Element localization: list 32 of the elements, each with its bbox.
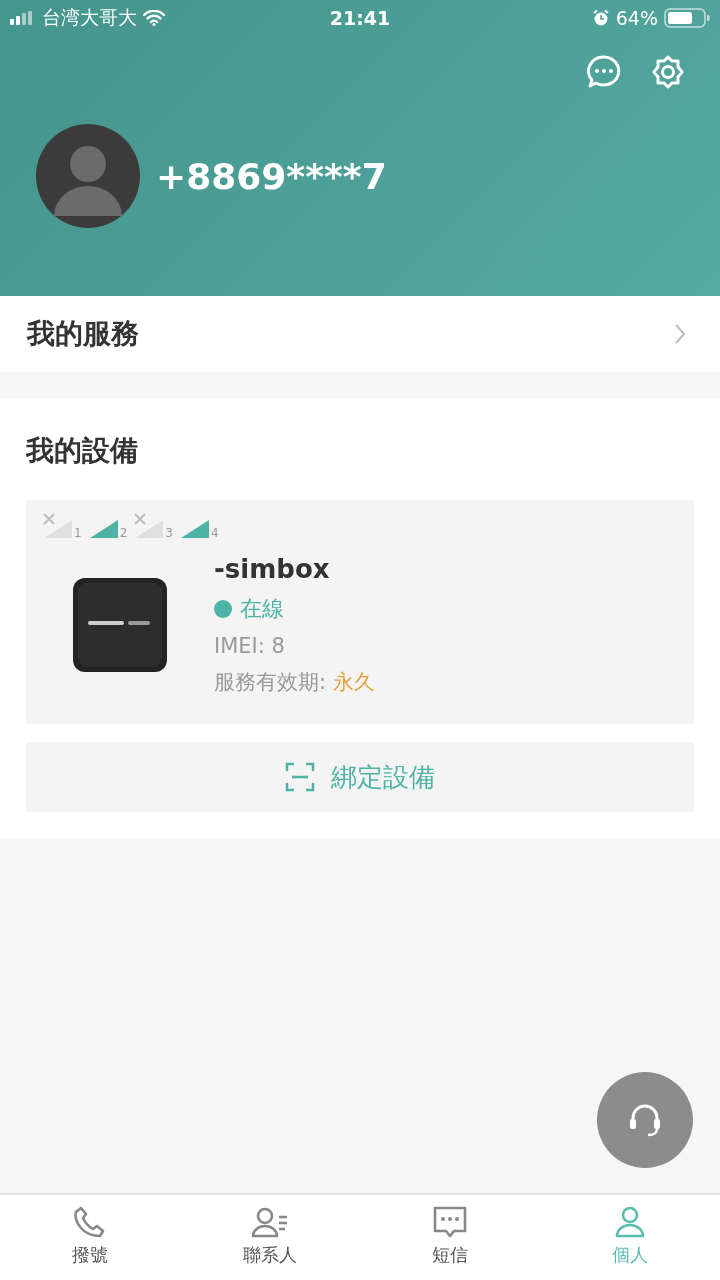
clock-time: 21:41	[329, 7, 391, 29]
status-text: 在線	[240, 595, 284, 623]
contacts-icon	[250, 1205, 290, 1239]
validity-label: 服務有效期:	[214, 670, 327, 694]
validity-value: 永久	[332, 670, 375, 694]
tab[interactable]: 撥號	[0, 1195, 180, 1280]
scan-icon	[285, 762, 315, 792]
tab[interactable]: 短信	[360, 1195, 540, 1280]
phone-number: +8869****7	[156, 155, 387, 197]
alarm-icon	[591, 9, 610, 27]
wifi-icon	[143, 10, 165, 26]
slot-number: 2	[119, 526, 128, 540]
my-services-row[interactable]: 我的服務	[0, 296, 720, 372]
battery-icon	[664, 8, 710, 28]
slot-number: 1	[74, 526, 82, 540]
device-card[interactable]: 1 2 3 4 -simbox 在線 IMEI: 8 服務有效期: 永久	[26, 500, 694, 724]
imei-value: 8	[271, 634, 285, 658]
slot-number: 3	[165, 526, 173, 540]
chevron-right-icon	[674, 323, 686, 345]
avatar[interactable]	[36, 124, 140, 228]
chat-icon[interactable]	[586, 54, 622, 90]
imei-label: IMEI:	[214, 634, 265, 658]
slot-number: 4	[210, 526, 219, 540]
battery-percent: 64%	[615, 7, 658, 29]
settings-icon[interactable]	[650, 54, 686, 90]
carrier-name: 台湾大哥大	[42, 5, 137, 30]
section-title: 我的設備	[26, 433, 139, 469]
tab[interactable]: 聯系人	[180, 1195, 360, 1280]
phone-icon	[73, 1205, 107, 1239]
device-name: -simbox	[214, 554, 331, 584]
person-icon	[613, 1205, 647, 1239]
message-icon	[432, 1205, 468, 1239]
